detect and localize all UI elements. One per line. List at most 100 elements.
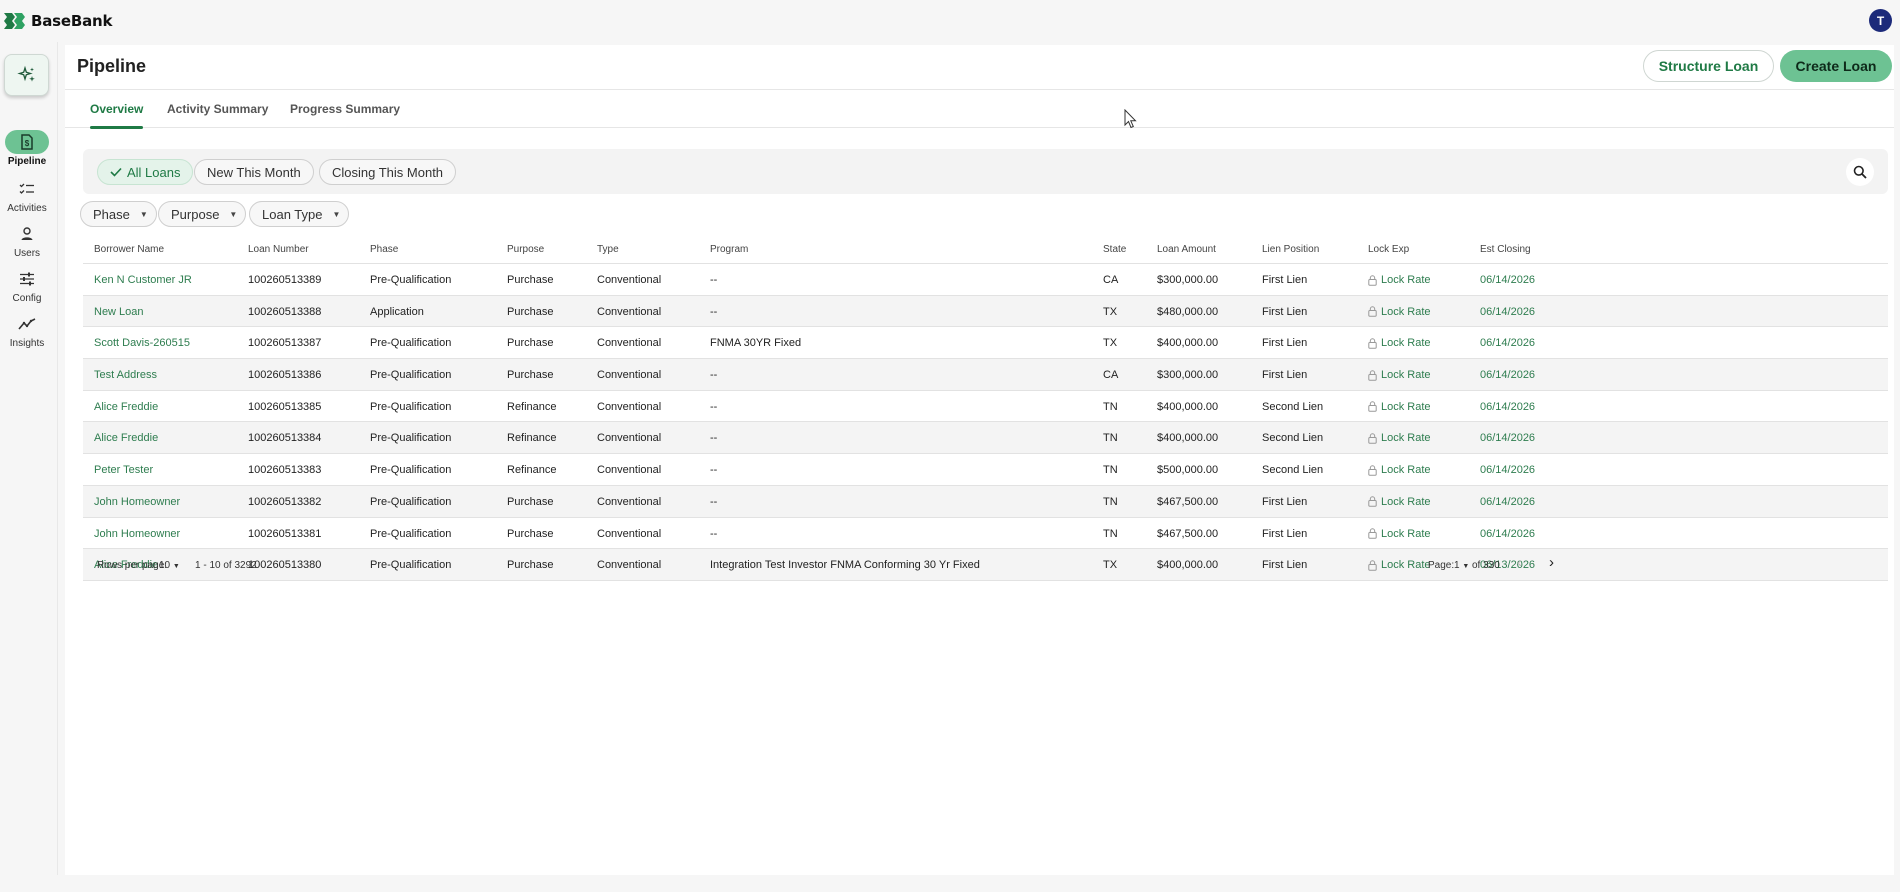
- borrower-name-link[interactable]: John Homeowner: [94, 496, 180, 508]
- est-closing-link[interactable]: 06/14/2026: [1480, 306, 1535, 318]
- loan-number-cell: 100260513388: [248, 305, 322, 318]
- est-closing-link[interactable]: 06/14/2026: [1480, 369, 1535, 381]
- nav-item-config[interactable]: Config: [0, 267, 54, 304]
- nav-label: Users: [13, 248, 41, 259]
- nav-item-activities[interactable]: Activities: [0, 177, 54, 214]
- state-cell: TX: [1103, 337, 1118, 350]
- est-closing-link[interactable]: 06/14/2026: [1480, 432, 1535, 444]
- borrower-name-link[interactable]: Test Address: [94, 369, 157, 381]
- lock-rate-wrapper: Lock Rate: [1368, 369, 1431, 381]
- lock-rate-wrapper: Lock Rate: [1368, 401, 1431, 413]
- user-avatar[interactable]: T: [1869, 9, 1892, 32]
- column-header[interactable]: Est Closing: [1480, 244, 1531, 255]
- tab-activity-summary[interactable]: Activity Summary: [167, 90, 268, 128]
- lock-rate-label: Lock Rate: [1381, 464, 1431, 477]
- lock-rate-label: Lock Rate: [1381, 495, 1431, 508]
- nav-item-users[interactable]: Users: [0, 222, 54, 259]
- lock-rate-link[interactable]: Lock Rate: [1368, 401, 1431, 416]
- tab-progress-summary[interactable]: Progress Summary: [290, 90, 400, 128]
- lock-rate-link[interactable]: Lock Rate: [1368, 369, 1431, 384]
- loan-number-cell: 100260513383: [248, 464, 322, 477]
- borrower-name-link[interactable]: Ken N Customer JR: [94, 274, 192, 286]
- purpose-dropdown[interactable]: Purpose ▼: [158, 201, 247, 227]
- state-cell: CA: [1103, 369, 1119, 382]
- purpose-cell: Purchase: [507, 274, 554, 286]
- borrower-name-link[interactable]: Alice Freddie: [94, 432, 158, 444]
- lock-rate-link[interactable]: Lock Rate: [1368, 306, 1431, 321]
- structure-loan-button[interactable]: Structure Loan: [1643, 50, 1774, 82]
- lock-icon: [1368, 306, 1377, 317]
- column-header[interactable]: Program: [710, 244, 748, 255]
- page-select[interactable]: 1 ▼: [1454, 560, 1469, 571]
- column-header[interactable]: Phase: [370, 244, 398, 255]
- lock-rate-link[interactable]: Lock Rate: [1368, 496, 1431, 511]
- search-icon: [1853, 165, 1867, 179]
- column-header[interactable]: State: [1103, 244, 1126, 255]
- search-button[interactable]: [1846, 158, 1874, 186]
- loan-table: Borrower Name Loan Number Phase Purpose …: [83, 236, 1888, 581]
- table-row[interactable]: New Loan 100260513388 Application Purchase C…: [83, 295, 1888, 328]
- ai-assistant-button[interactable]: [4, 54, 49, 96]
- phase-cell: Pre-Qualification: [370, 432, 452, 445]
- nav-item-insights[interactable]: Insights: [0, 312, 54, 349]
- table-row[interactable]: Alice Freddie 100260513385 Pre-Qualificati…: [83, 391, 1888, 423]
- borrower-name-link[interactable]: John Homeowner: [94, 528, 180, 540]
- loan-amount-cell: $400,000.00: [1157, 400, 1219, 413]
- est-closing-link[interactable]: 06/14/2026: [1480, 401, 1535, 413]
- phase-dropdown[interactable]: Phase ▼: [80, 201, 157, 227]
- column-header[interactable]: Loan Number: [248, 244, 309, 255]
- table-row[interactable]: John Homeowner 100260513382 Pre-Qualificat…: [83, 485, 1888, 518]
- loan-number-cell: 100260513386: [248, 369, 322, 382]
- lock-icon: [1368, 338, 1377, 349]
- borrower-name-link[interactable]: Peter Tester: [94, 464, 153, 476]
- loan-number-cell: 100260513384: [248, 432, 322, 445]
- borrower-name-link[interactable]: New Loan: [94, 306, 144, 318]
- est-closing-link[interactable]: 06/14/2026: [1480, 274, 1535, 286]
- lock-icon: [1368, 274, 1377, 286]
- nav-item-pipeline[interactable]: $ Pipeline: [0, 130, 54, 167]
- column-header[interactable]: Borrower Name: [94, 244, 164, 255]
- table-row[interactable]: Ken N Customer JR 100260513389 Pre-Qualifi…: [83, 264, 1888, 296]
- est-closing-link[interactable]: 06/14/2026: [1480, 496, 1535, 508]
- est-closing-link[interactable]: 06/14/2026: [1480, 464, 1535, 476]
- lock-rate-link[interactable]: Lock Rate: [1368, 337, 1431, 352]
- chevron-left-icon[interactable]: ‹: [1517, 554, 1522, 571]
- lock-rate-link[interactable]: Lock Rate: [1368, 528, 1431, 543]
- loan-type-dropdown[interactable]: Loan Type ▼: [249, 201, 350, 227]
- table-row[interactable]: Scott Davis-260515 100260513387 Pre-Qualif…: [83, 327, 1888, 360]
- est-closing-link[interactable]: 06/14/2026: [1480, 528, 1535, 540]
- lock-icon: [1368, 369, 1377, 381]
- brand-logo[interactable]: BaseBank: [3, 11, 112, 31]
- lock-rate-link[interactable]: Lock Rate: [1368, 432, 1431, 447]
- borrower-name-link[interactable]: Alice Freddie: [94, 401, 158, 413]
- table-row[interactable]: John Homeowner 100260513381 Pre-Qualificat…: [83, 518, 1888, 550]
- phase-cell: Pre-Qualification: [370, 495, 452, 508]
- lock-rate-wrapper: Lock Rate: [1368, 337, 1431, 349]
- lock-rate-link[interactable]: Lock Rate: [1368, 464, 1431, 479]
- column-header[interactable]: Lien Position: [1262, 244, 1319, 255]
- filter-chip-closing-this-month[interactable]: Closing This Month: [319, 159, 457, 185]
- table-row[interactable]: Test Address 100260513386 Pre-Qualificatio…: [83, 359, 1888, 391]
- chevron-right-icon[interactable]: ›: [1549, 554, 1554, 571]
- lock-rate-label: Lock Rate: [1381, 432, 1431, 445]
- filter-chip-all-loans[interactable]: All Loans: [97, 159, 194, 185]
- create-loan-button[interactable]: Create Loan: [1780, 50, 1892, 82]
- column-header[interactable]: Purpose: [507, 244, 544, 255]
- filter-chip-new-this-month[interactable]: New This Month: [194, 159, 314, 185]
- nav-label: Activities: [7, 203, 47, 214]
- state-cell: CA: [1103, 274, 1119, 286]
- column-header[interactable]: Type: [597, 244, 619, 255]
- est-closing-link[interactable]: 06/14/2026: [1480, 337, 1535, 349]
- rows-per-page-select[interactable]: 10 ▼: [159, 560, 180, 571]
- column-header[interactable]: Loan Amount: [1157, 244, 1216, 255]
- tab-overview[interactable]: Overview: [90, 90, 144, 129]
- nav-label: Config: [12, 293, 42, 304]
- program-cell: --: [710, 305, 718, 318]
- table-row[interactable]: Alice Freddie 100260513384 Pre-Qualificati…: [83, 422, 1888, 455]
- table-row[interactable]: Peter Tester 100260513383 Pre-Qualificatio…: [83, 454, 1888, 486]
- borrower-name-link[interactable]: Scott Davis-260515: [94, 337, 190, 349]
- lien-position-cell: First Lien: [1262, 274, 1308, 286]
- column-header[interactable]: Lock Exp: [1368, 244, 1409, 255]
- lock-rate-link[interactable]: Lock Rate: [1368, 274, 1431, 289]
- dropdown-label: Purpose: [171, 206, 220, 222]
